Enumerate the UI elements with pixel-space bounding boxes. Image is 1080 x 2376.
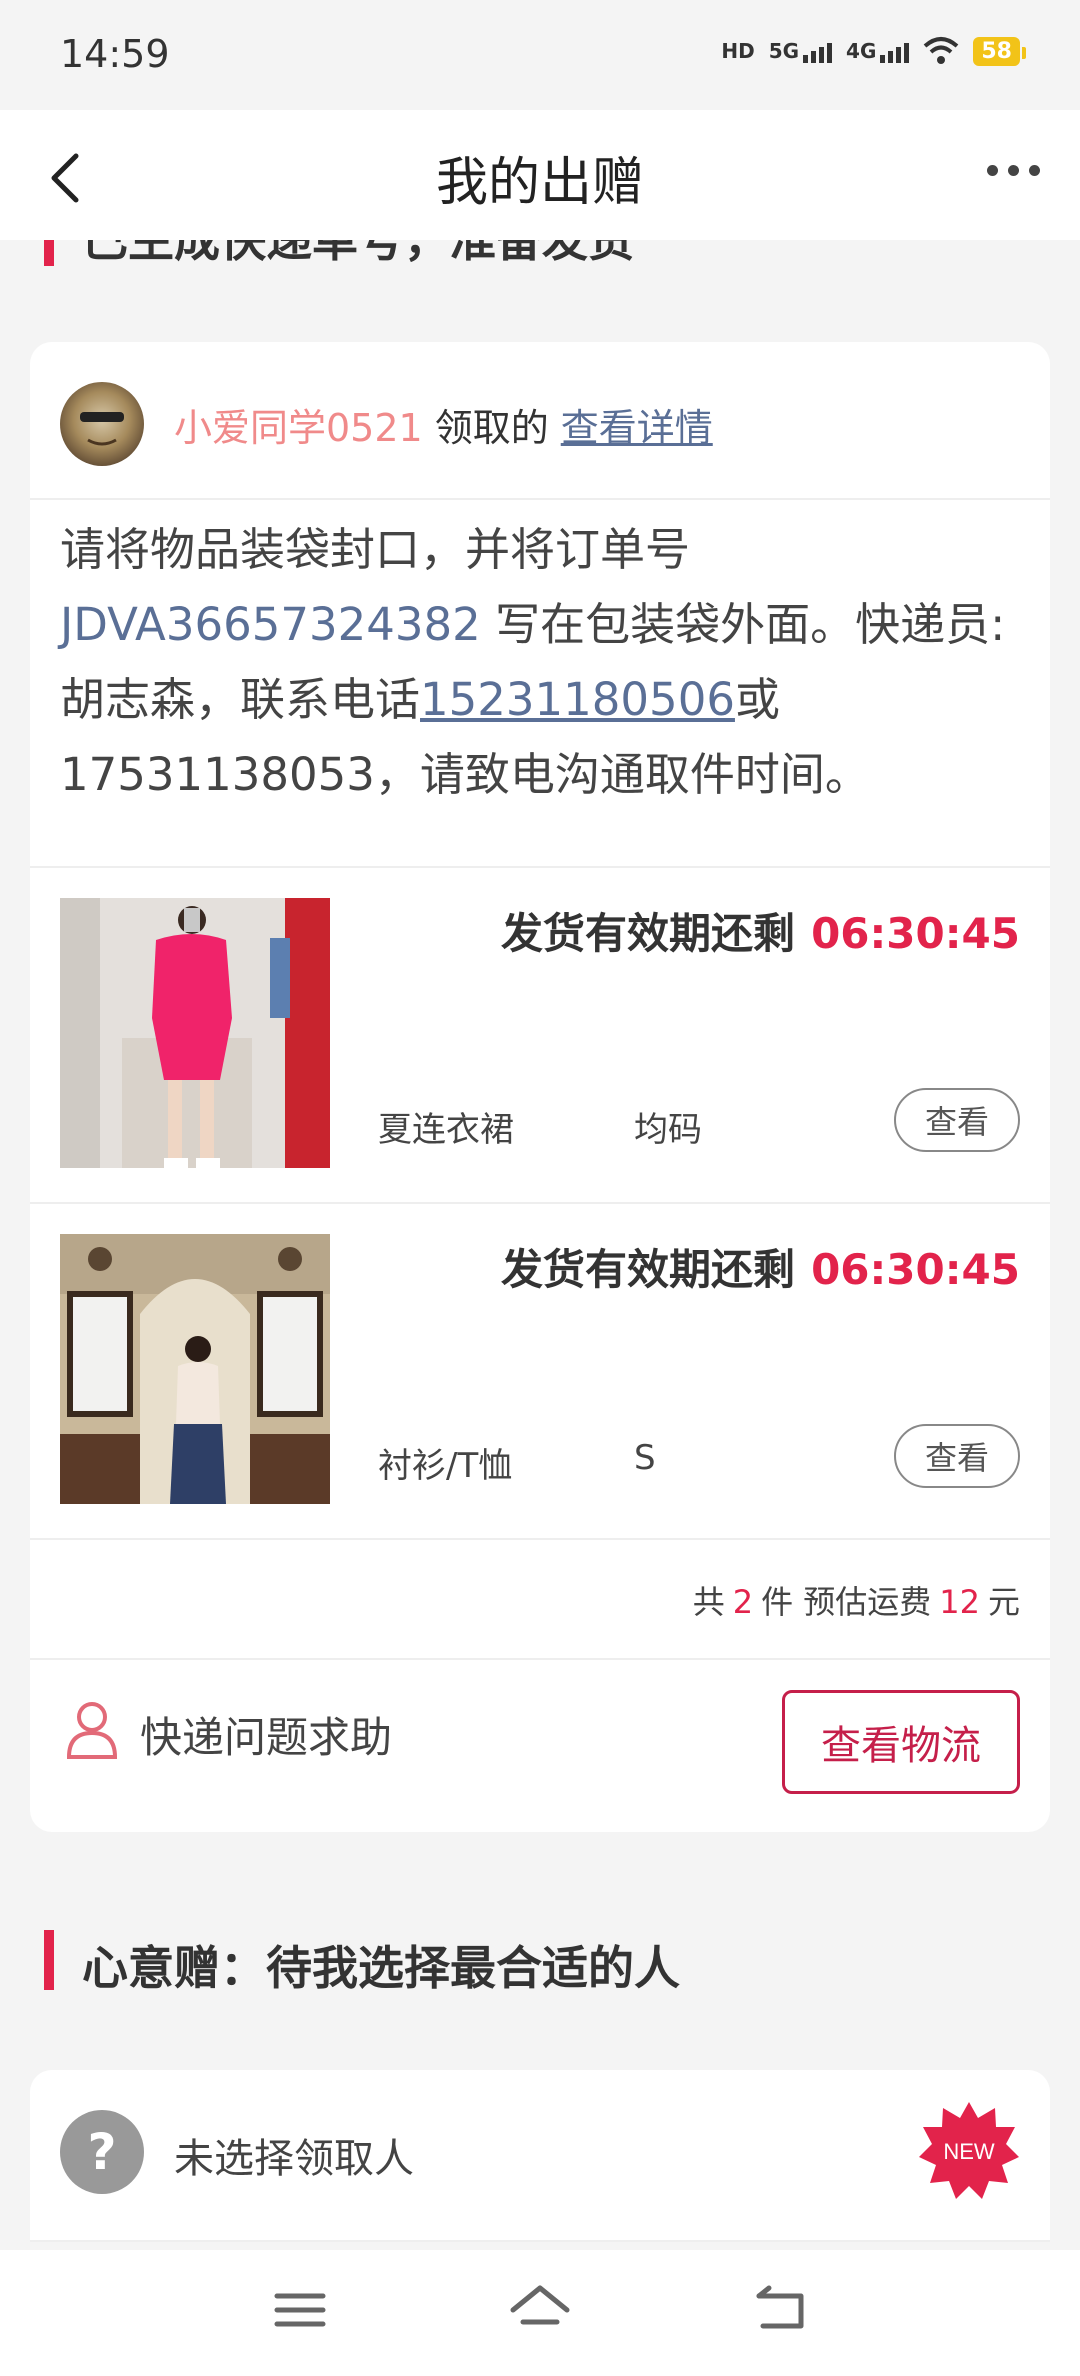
- dot-icon: [1029, 165, 1040, 176]
- item-name: 夏连衣裙: [378, 1110, 514, 1150]
- battery-icon: 58: [973, 36, 1026, 66]
- deadline-time: 06:30:45: [811, 909, 1020, 958]
- shipping-deadline: 发货有效期还剩 06:30:45: [501, 909, 1020, 958]
- receiver-line: 小爱同学0521 领取的 查看详情: [174, 397, 713, 452]
- view-logistics-button[interactable]: 查看物流: [782, 1690, 1020, 1794]
- prev-section-title: 已生成快递单号，准备发货: [82, 240, 634, 267]
- back-icon: [756, 2285, 804, 2329]
- question-icon: ?: [60, 2110, 144, 2194]
- status-time: 14:59: [60, 32, 170, 76]
- section-title: 心意赠：待我选择最合适的人: [82, 1941, 680, 1995]
- back-nav-button[interactable]: [745, 2280, 815, 2340]
- avatar[interactable]: [60, 382, 144, 466]
- wifi-icon: [923, 36, 959, 66]
- menu-icon: [274, 2293, 326, 2327]
- no-receiver-text: 未选择领取人: [174, 2136, 414, 2182]
- system-nav-bar: [0, 2250, 1080, 2376]
- more-options-button[interactable]: [987, 165, 1040, 176]
- item-count: 2: [732, 1583, 754, 1621]
- order-card: 小爱同学0521 领取的 查看详情 请将物品装袋封口，并将订单号 JDVA36657…: [30, 342, 1050, 1832]
- receiver-row: 小爱同学0521 领取的 查看详情: [30, 342, 1050, 500]
- deadline-time: 06:30:45: [811, 1245, 1020, 1294]
- receiver-suffix: 领取的: [434, 406, 549, 450]
- item-size: S: [634, 1438, 656, 1478]
- svg-text:NEW: NEW: [943, 2139, 995, 2164]
- dot-icon: [987, 165, 998, 176]
- item-image[interactable]: [60, 1234, 330, 1504]
- new-badge-icon: NEW: [918, 2100, 1020, 2202]
- prev-section-heading: 已生成快递单号，准备发货: [0, 240, 1080, 270]
- section-marker: [44, 1930, 54, 1990]
- home-icon: [510, 2285, 570, 2325]
- status-icons: HD 5G 4G 58: [721, 36, 1026, 66]
- section-marker: [44, 240, 54, 266]
- list-item: 发货有效期还剩 06:30:45 夏连衣裙 均码 查看: [30, 868, 1050, 1202]
- courier-help-link[interactable]: 快递问题求助: [140, 1704, 392, 1765]
- view-item-button[interactable]: 查看: [894, 1088, 1020, 1152]
- order-number: JDVA36657324382: [60, 598, 481, 651]
- divider: [30, 1538, 1050, 1540]
- courier-phone-link[interactable]: 15231180506: [420, 673, 735, 726]
- item-size: 均码: [634, 1110, 702, 1150]
- page-title: 我的出赠: [435, 153, 644, 213]
- signal-4g-icon: 4G: [846, 39, 910, 63]
- shipping-deadline: 发货有效期还剩 06:30:45: [501, 1245, 1020, 1294]
- hd-icon: HD: [721, 39, 755, 63]
- user-icon[interactable]: [64, 1700, 120, 1760]
- shipping-instructions: 请将物品装袋封口，并将订单号 JDVA36657324382 写在包装袋外面。快…: [60, 523, 1006, 801]
- view-detail-link[interactable]: 查看详情: [561, 406, 713, 450]
- list-item: 发货有效期还剩 06:30:45 衬衫/T恤 S 查看: [30, 1204, 1050, 1538]
- dot-icon: [1008, 165, 1019, 176]
- signal-5g-icon: 5G: [769, 39, 833, 63]
- menu-button[interactable]: [265, 2280, 335, 2340]
- order-summary: 共2件 预估运费 12 元: [692, 1583, 1020, 1621]
- status-bar: 14:59 HD 5G 4G 58: [0, 0, 1080, 110]
- header: 我的出赠: [0, 110, 1080, 240]
- shipping-fee: 12: [939, 1583, 980, 1621]
- pending-gift-card[interactable]: ? 未选择领取人 NEW: [30, 2070, 1050, 2242]
- item-name: 衬衫/T恤: [378, 1446, 513, 1486]
- divider: [30, 1658, 1050, 1660]
- receiver-name[interactable]: 小爱同学0521: [174, 406, 423, 450]
- view-item-button[interactable]: 查看: [894, 1424, 1020, 1488]
- home-button[interactable]: [505, 2280, 575, 2340]
- item-image[interactable]: [60, 898, 330, 1168]
